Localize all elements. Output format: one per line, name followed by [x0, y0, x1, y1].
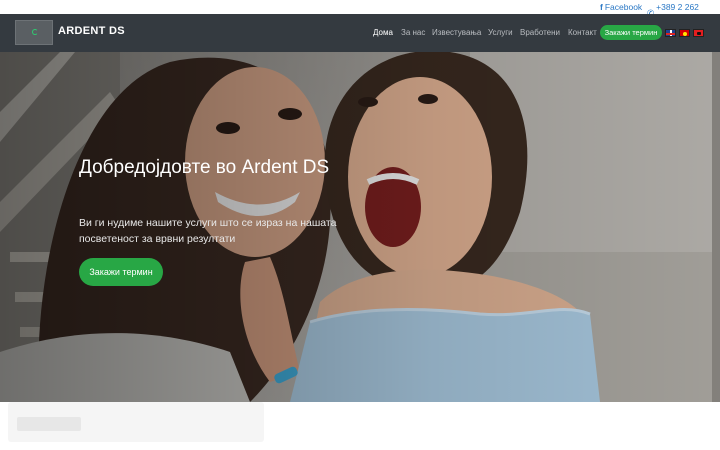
cookie-banner — [8, 402, 264, 442]
nav-item-label: Дома — [373, 28, 393, 37]
nav-item-label: Известувања — [432, 28, 482, 37]
facebook-label: Facebook — [604, 2, 643, 12]
nav-item-label: Контакт — [568, 28, 597, 37]
hero-subtitle: Ви ги нудиме нашите услуги што се израз … — [79, 217, 337, 245]
navbar: ARDENT DS Дома За нас Известувања Услуги… — [0, 14, 720, 52]
brand-name[interactable]: ARDENT DS — [58, 24, 125, 38]
logo[interactable] — [15, 20, 53, 45]
nav-item-label: Вработени — [520, 28, 560, 37]
en-flag-icon[interactable] — [665, 29, 676, 37]
book-appointment-nav-button[interactable]: Закажи термин — [600, 25, 662, 40]
hero-section: Добредојдовте во Ardent DS Ви ги нудиме … — [0, 52, 720, 402]
facebook-link[interactable]: f Facebook — [600, 1, 642, 13]
mk-flag-icon[interactable] — [679, 29, 690, 37]
cookie-accept-button[interactable] — [17, 417, 81, 431]
nav-item-about[interactable]: За нас — [401, 27, 425, 39]
hero-title: Добредојдовте во Ardent DS — [79, 157, 330, 178]
nav-item-label: За нас — [401, 28, 426, 37]
al-flag-icon[interactable] — [693, 29, 704, 37]
book-appointment-hero-button[interactable]: Закажи термин — [79, 258, 163, 286]
nav-item-home[interactable]: Дома — [373, 27, 393, 39]
top-bar: f Facebook ✆ +389 2 262 6529 — [0, 0, 720, 24]
nav-item-label: Услуги — [488, 28, 513, 37]
nav-item-services[interactable]: Услуги — [488, 27, 513, 39]
page-bottom — [0, 402, 720, 450]
nav-item-staff[interactable]: Вработени — [520, 27, 560, 39]
nav-item-news[interactable]: Известувања — [432, 27, 481, 39]
facebook-icon: f — [600, 2, 603, 12]
nav-item-contact[interactable]: Контакт — [568, 27, 597, 39]
logo-mark-icon — [32, 29, 38, 35]
